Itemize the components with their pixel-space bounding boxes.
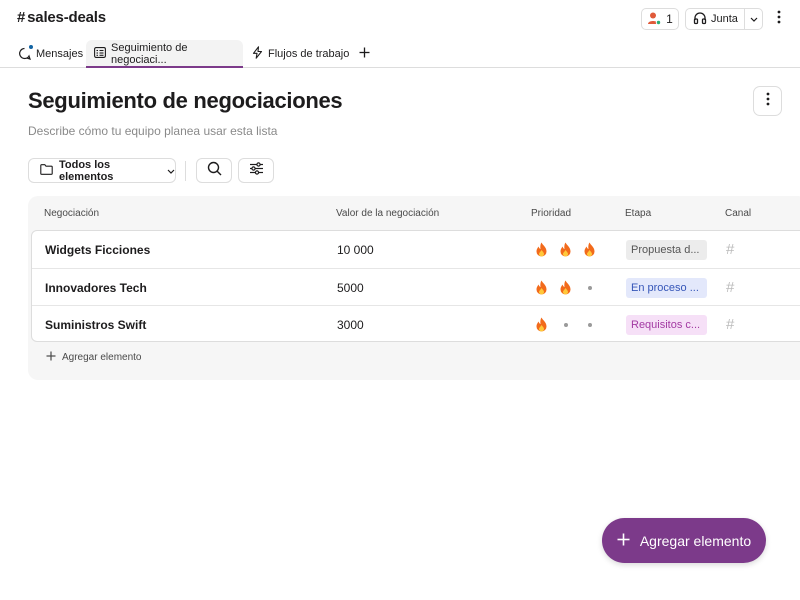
headphones-icon xyxy=(693,11,707,28)
unread-dot xyxy=(28,44,34,50)
tab-label: Mensajes xyxy=(36,47,84,60)
huddle-start[interactable]: Junta xyxy=(686,9,744,29)
fire-icon xyxy=(535,242,548,257)
column-header-priority[interactable]: Prioridad xyxy=(531,208,571,219)
chevron-down-icon xyxy=(750,13,758,25)
tab-label: Seguimiento de negociaci... xyxy=(111,41,188,66)
page-title: Seguimiento de negociaciones xyxy=(28,88,343,113)
empty-priority-dot xyxy=(559,323,572,327)
priority-rating[interactable] xyxy=(535,269,596,306)
plus-icon xyxy=(617,533,630,549)
huddle-label: Junta xyxy=(711,13,738,25)
add-item-row-button[interactable]: Agregar elemento xyxy=(46,351,142,364)
stage-cell[interactable]: Requisitos c... xyxy=(626,306,707,343)
chevron-down-icon xyxy=(167,165,175,177)
channel-title[interactable]: # sales-deals xyxy=(17,9,106,26)
channel-tabs: Mensajes Seguimiento de negociaci... Flu… xyxy=(0,38,800,68)
plus-icon xyxy=(359,47,370,61)
add-tab-button[interactable] xyxy=(357,40,371,67)
tab-deal-tracker[interactable]: Seguimiento de negociaci... xyxy=(86,40,243,68)
table-row[interactable]: Widgets Ficciones 10 000 Propuesta d... … xyxy=(32,231,800,268)
stage-cell[interactable]: En proceso ... xyxy=(626,269,707,306)
fire-icon xyxy=(583,242,596,257)
member-count: 1 xyxy=(666,12,673,26)
stage-pill: En proceso ... xyxy=(626,277,707,298)
deal-value[interactable]: 3000 xyxy=(337,306,364,343)
channel-hash-icon[interactable]: # xyxy=(726,231,734,268)
fire-icon xyxy=(535,280,548,295)
column-header-stage[interactable]: Etapa xyxy=(625,208,651,219)
huddle-button[interactable]: Junta xyxy=(685,8,763,30)
channel-hash-icon[interactable]: # xyxy=(726,306,734,343)
tab-workflows[interactable]: Flujos de trabajo xyxy=(252,40,349,67)
toolbar-divider xyxy=(185,161,186,181)
stage-pill: Propuesta d... xyxy=(626,239,707,260)
table-row[interactable]: Suministros Swift 3000 Requisitos c... # xyxy=(32,305,800,342)
search-icon xyxy=(207,161,222,181)
members-button[interactable]: 1 xyxy=(641,8,679,30)
hash-icon: # xyxy=(17,9,26,26)
add-item-label: Agregar elemento xyxy=(62,352,142,363)
channel-header: # sales-deals 1 Junta xyxy=(0,0,800,38)
column-header-deal[interactable]: Negociación xyxy=(44,208,99,219)
search-button[interactable] xyxy=(196,158,232,183)
folder-icon xyxy=(40,163,53,178)
filter-button[interactable] xyxy=(238,158,274,183)
channel-name: sales-deals xyxy=(27,9,106,26)
huddle-options-button[interactable] xyxy=(744,9,762,29)
priority-rating[interactable] xyxy=(535,306,596,343)
fire-icon xyxy=(559,280,572,295)
fire-icon xyxy=(559,242,572,257)
more-vertical-icon xyxy=(777,10,781,29)
add-item-fab[interactable]: Agregar elemento xyxy=(602,518,766,563)
deal-value[interactable]: 5000 xyxy=(337,269,364,306)
table-row[interactable]: Innovadores Tech 5000 En proceso ... # xyxy=(32,268,800,305)
view-selector[interactable]: Todos los elementos xyxy=(28,158,176,183)
stage-cell[interactable]: Propuesta d... xyxy=(626,231,707,268)
empty-priority-dot xyxy=(583,323,596,327)
tab-messages[interactable]: Mensajes xyxy=(18,40,83,67)
message-icon xyxy=(18,44,34,60)
deal-name[interactable]: Widgets Ficciones xyxy=(45,231,150,268)
column-header-channel[interactable]: Canal xyxy=(725,208,751,219)
deal-value[interactable]: 10 000 xyxy=(337,231,374,268)
deal-name[interactable]: Suministros Swift xyxy=(45,306,146,343)
deal-name[interactable]: Innovadores Tech xyxy=(45,269,147,306)
channel-more-button[interactable] xyxy=(772,10,786,28)
list-table: Negociación Valor de la negociación Prio… xyxy=(28,196,800,380)
channel-hash-icon[interactable]: # xyxy=(726,269,734,306)
member-avatar-icon xyxy=(647,11,662,28)
more-vertical-icon xyxy=(766,92,770,111)
plus-icon xyxy=(46,351,56,364)
lightning-icon xyxy=(252,45,263,62)
fire-icon xyxy=(535,317,548,332)
list-description[interactable]: Describe cómo tu equipo planea usar esta… xyxy=(28,124,277,138)
column-header-value[interactable]: Valor de la negociación xyxy=(336,208,439,219)
tab-label: Flujos de trabajo xyxy=(268,47,350,60)
list-more-button[interactable] xyxy=(753,86,782,116)
table-body: Widgets Ficciones 10 000 Propuesta d... … xyxy=(31,230,800,342)
empty-priority-dot xyxy=(583,286,596,290)
stage-pill: Requisitos c... xyxy=(626,314,707,335)
fab-label: Agregar elemento xyxy=(639,532,752,549)
view-label: Todos los elementos xyxy=(59,158,114,183)
sliders-icon xyxy=(249,161,264,180)
priority-rating[interactable] xyxy=(535,231,596,268)
list-icon xyxy=(94,46,106,61)
